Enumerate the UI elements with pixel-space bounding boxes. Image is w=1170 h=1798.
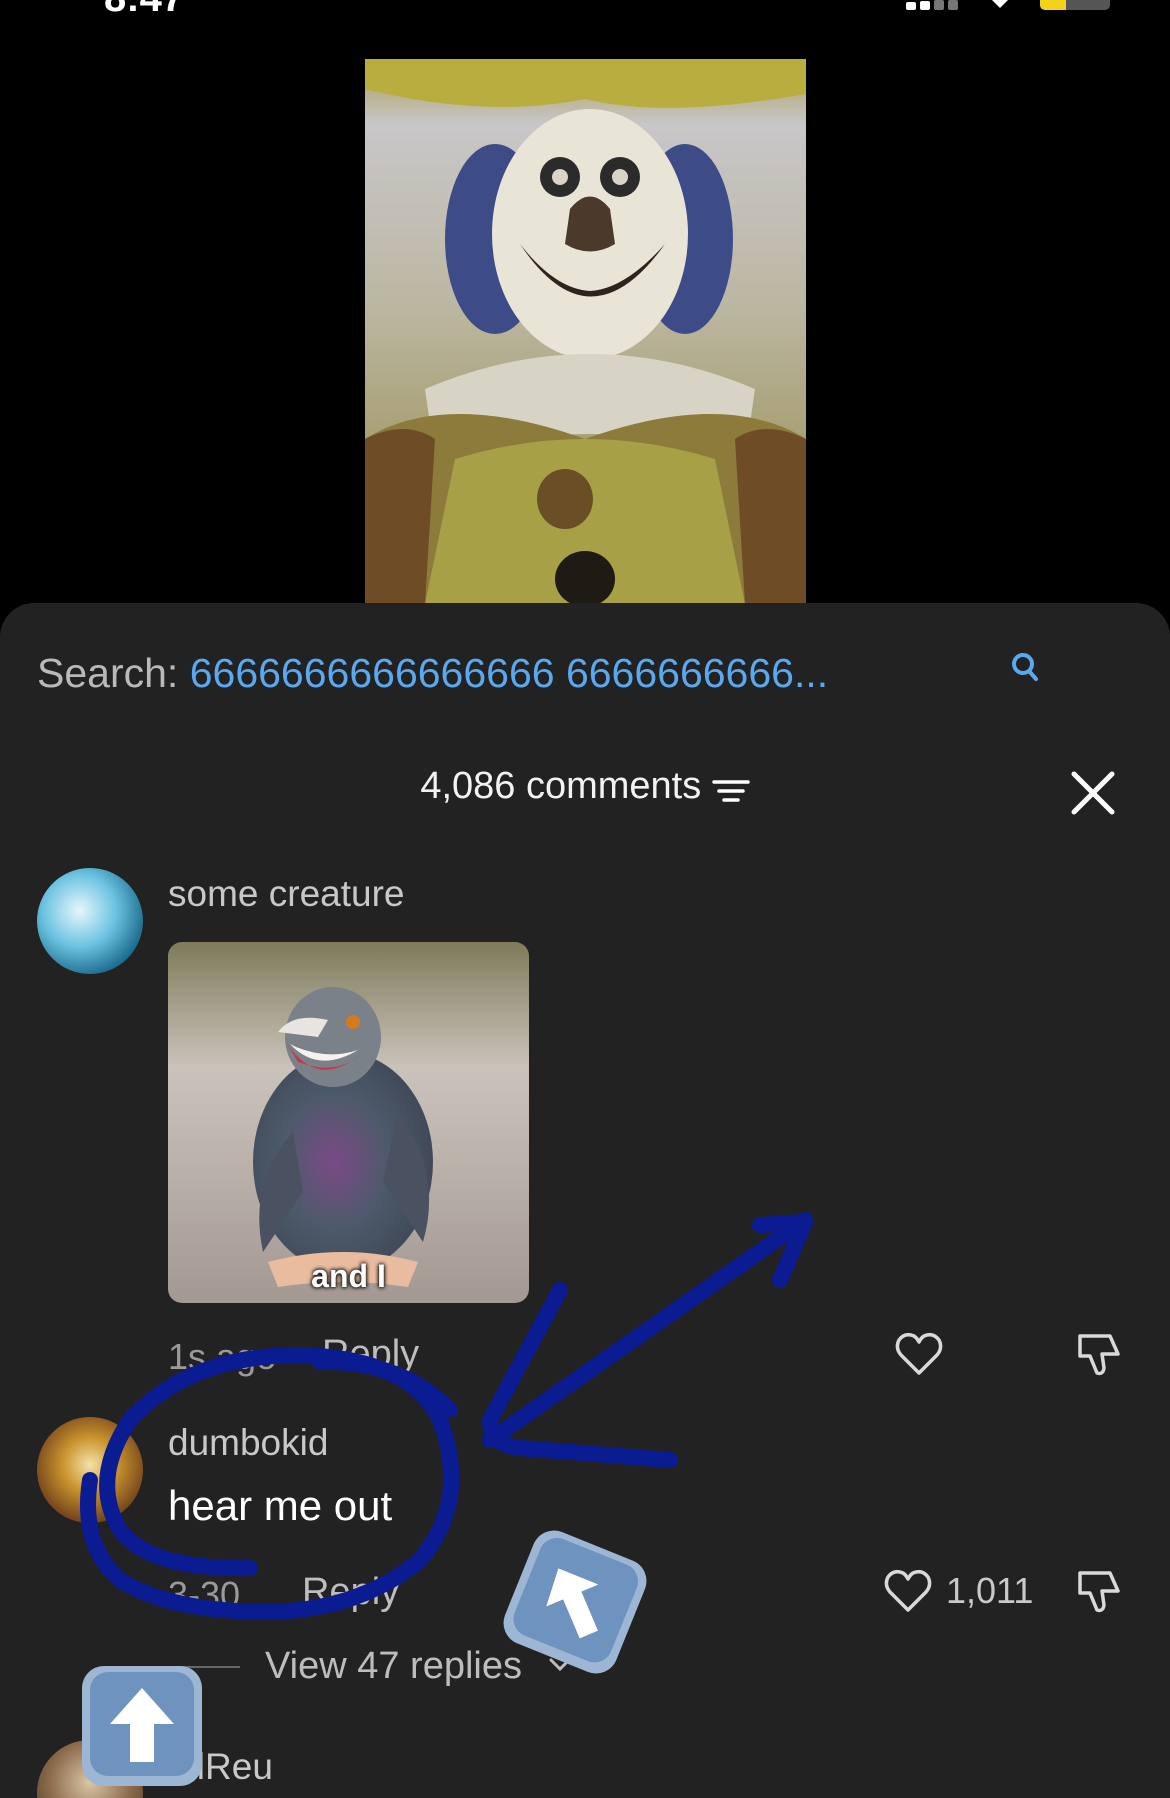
heart-icon[interactable] xyxy=(882,1565,934,1617)
view-replies-button[interactable]: View 47 replies xyxy=(265,1645,522,1688)
dislike-icon[interactable] xyxy=(1072,1565,1124,1617)
avatar[interactable] xyxy=(37,1417,143,1523)
avatar[interactable] xyxy=(37,868,143,974)
like-count: 1,011 xyxy=(946,1570,1034,1611)
reply-button[interactable]: Reply xyxy=(302,1571,399,1614)
search-label: Search: xyxy=(37,650,179,696)
comment-timestamp: 1s ago xyxy=(168,1336,277,1377)
comment-username[interactable]: some creature xyxy=(168,873,405,915)
search-suggestion[interactable]: Search: 6666666666666666 6666666666... xyxy=(37,650,828,700)
dislike-icon[interactable] xyxy=(1072,1328,1124,1380)
up-arrow-icon xyxy=(82,1666,202,1786)
battery-icon xyxy=(1040,0,1110,10)
pigeon-figure xyxy=(168,942,529,1303)
search-icon[interactable] xyxy=(1010,651,1040,683)
reply-button[interactable]: Reply xyxy=(322,1333,419,1376)
status-time: 8:47 xyxy=(104,0,184,21)
comment-text: hear me out xyxy=(168,1482,393,1529)
signal-icon xyxy=(906,0,960,10)
comments-header: 4,086 comments xyxy=(0,765,1170,815)
heart-icon[interactable] xyxy=(893,1328,945,1380)
comment-timestamp: 3-30 xyxy=(168,1574,241,1615)
clown-figure xyxy=(365,59,806,604)
close-icon[interactable] xyxy=(1070,770,1116,816)
comments-count: 4,086 comments xyxy=(420,765,702,807)
filter-icon[interactable] xyxy=(711,776,750,806)
wifi-icon xyxy=(992,0,1008,8)
status-bar: 8:47 xyxy=(0,0,1170,20)
comment-image[interactable]: and I xyxy=(168,942,529,1303)
search-query[interactable]: 6666666666666666 6666666666... xyxy=(190,650,828,696)
comment-username[interactable]: dumbokid xyxy=(168,1422,328,1464)
up-left-arrow-icon xyxy=(503,1530,647,1674)
video-frame[interactable] xyxy=(365,59,806,604)
image-caption: and I xyxy=(311,1258,386,1294)
